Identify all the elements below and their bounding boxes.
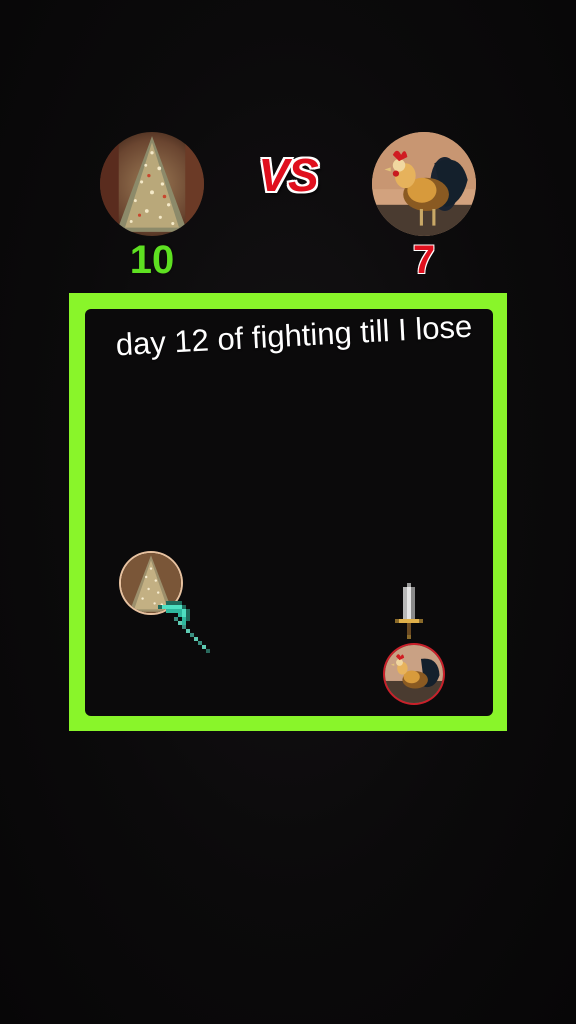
rooster-photo bbox=[385, 645, 443, 703]
vs-label: VS bbox=[258, 149, 318, 201]
game-screen: VS 10 7 day 12 of fighting till I lose bbox=[0, 0, 576, 1024]
player2-score: 7 bbox=[412, 238, 436, 282]
player2-avatar bbox=[372, 132, 476, 236]
rooster-photo bbox=[372, 132, 476, 236]
iron-sword-icon bbox=[395, 583, 423, 643]
player1-score: 10 bbox=[129, 238, 175, 282]
christmas-tree-photo bbox=[100, 132, 204, 236]
player1-avatar bbox=[100, 132, 204, 236]
diamond-pickaxe-icon bbox=[158, 600, 210, 658]
player2-ball bbox=[385, 645, 443, 703]
